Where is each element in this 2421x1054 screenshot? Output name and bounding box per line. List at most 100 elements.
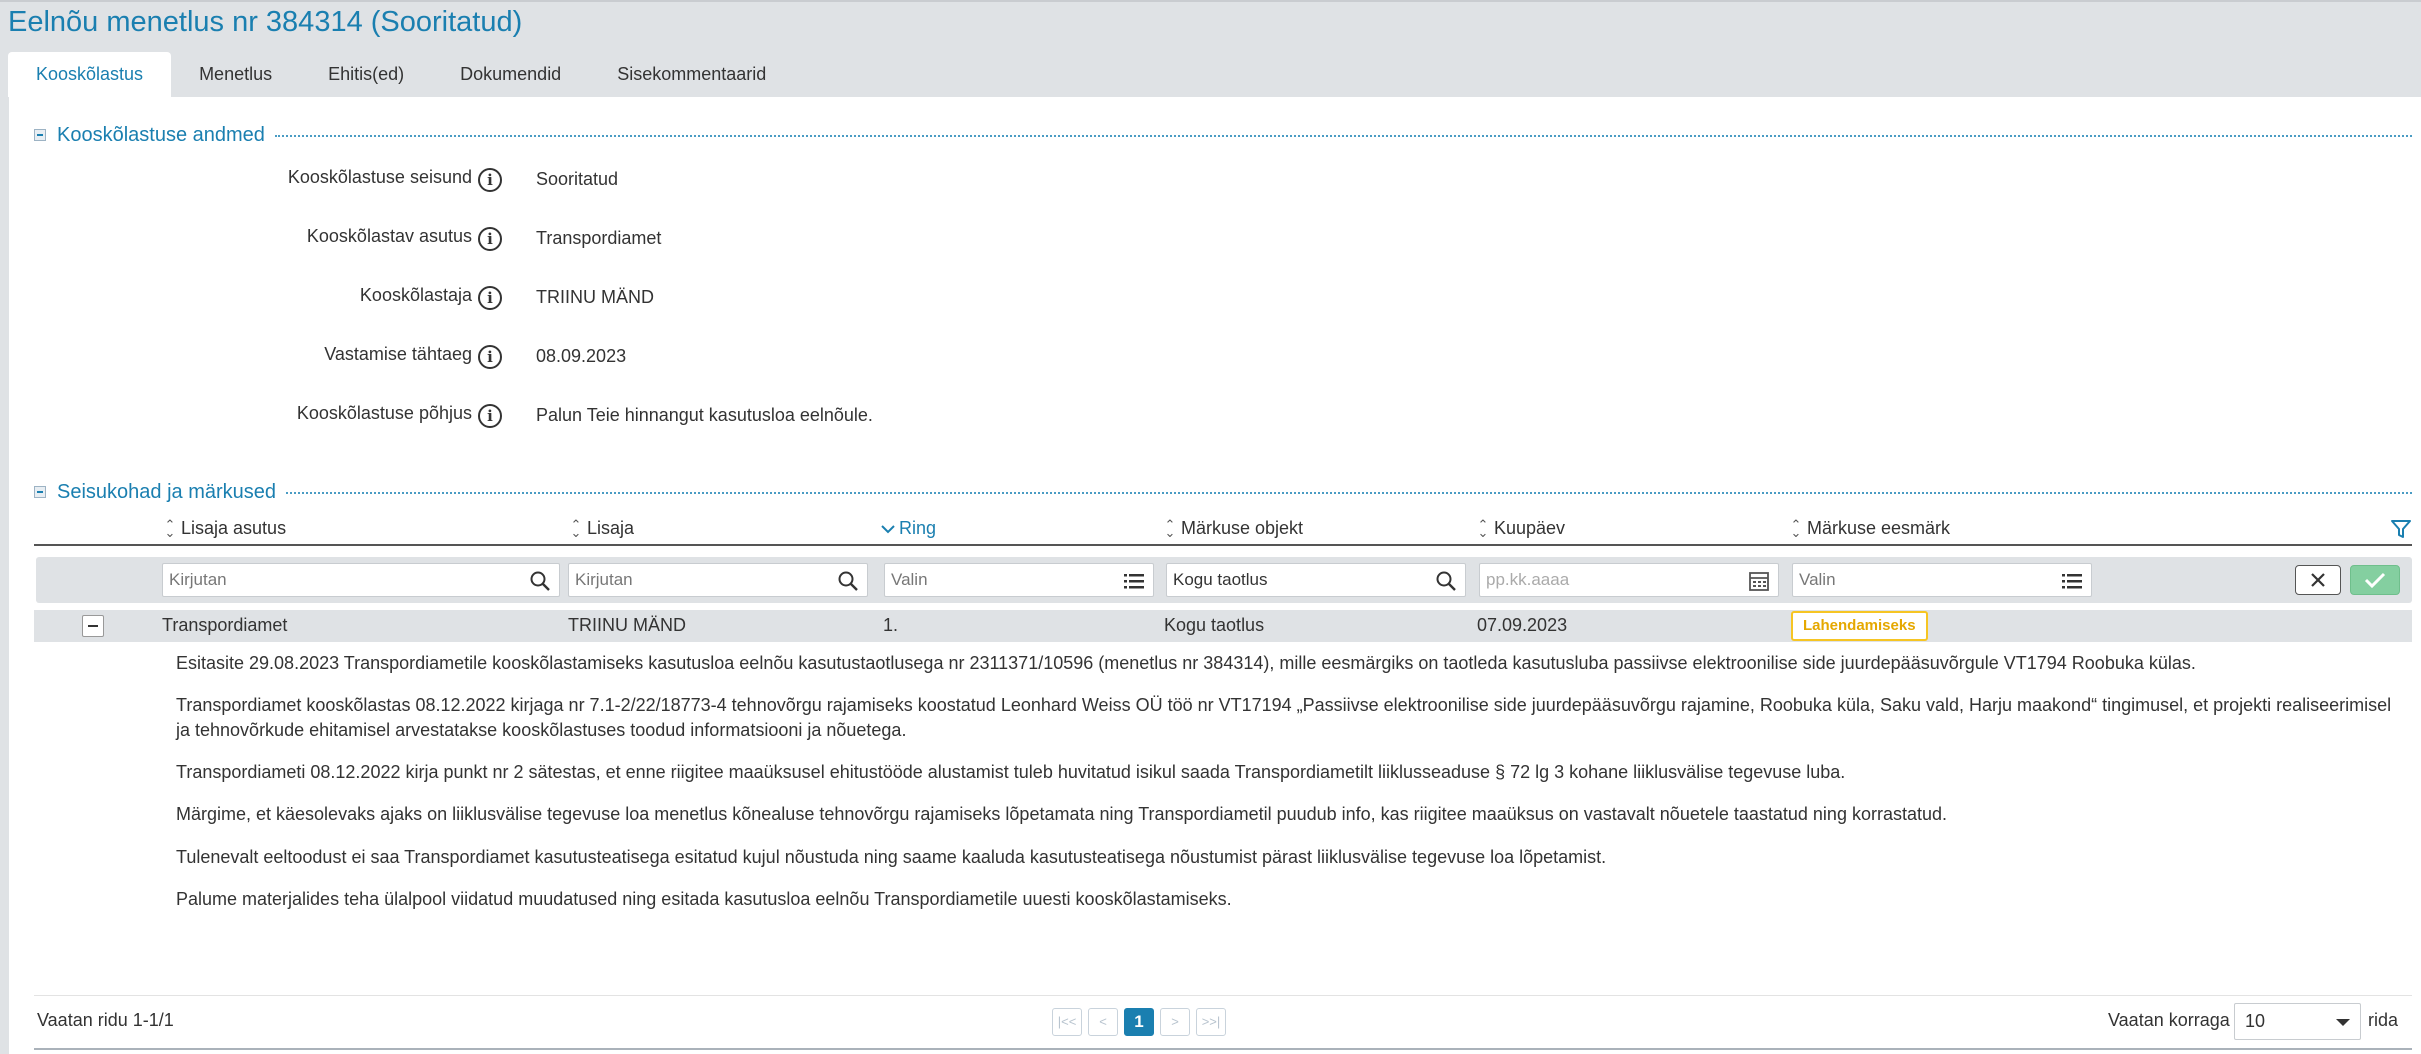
search-icon[interactable]	[837, 570, 859, 592]
cell-ring: 1.	[883, 615, 899, 635]
filter-placeholder: Valin	[891, 570, 928, 589]
cell-markuse-objekt: Kogu taotlus	[1164, 615, 1265, 635]
list-icon[interactable]	[1123, 570, 1145, 592]
field-label: Kooskõlastaja	[359, 285, 472, 305]
filter-placeholder: Kirjutan	[575, 570, 633, 589]
field-value: Transpordiamet	[536, 228, 662, 248]
apply-filters-button[interactable]	[2350, 565, 2400, 595]
field-row-pohjus: Kooskõlastuse põhjus i Palun Teie hinnan…	[0, 403, 1200, 433]
field-value: Palun Teie hinnangut kasutusloa eelnõule…	[536, 405, 873, 425]
filter-lisaja-asutus[interactable]: Kirjutan	[162, 563, 560, 597]
column-header-lisaja-asutus[interactable]: ⌃ ⌄ Lisaja asutus	[164, 516, 287, 540]
remarks-section-header[interactable]: Seisukohad ja märkused	[34, 479, 2412, 505]
per-page-label: Vaatan korraga	[2108, 1010, 2230, 1030]
filter-placeholder: Valin	[1799, 570, 1836, 589]
filter-markuse-eesmark[interactable]: Valin	[1792, 563, 2092, 597]
tab-sisekommentaarid[interactable]: Sisekommentaarid	[589, 52, 794, 99]
column-label: Kuupäev	[1494, 518, 1566, 538]
field-value: TRIINU MÄND	[536, 287, 654, 307]
cell-lisaja: TRIINU MÄND	[568, 615, 686, 635]
sort-icon: ⌃ ⌄	[1477, 516, 1489, 540]
next-page-button[interactable]: >	[1160, 1008, 1190, 1036]
tab-bar: Kooskõlastus Menetlus Ehitis(ed) Dokumen…	[8, 52, 794, 99]
sort-icon: ⌃ ⌄	[1164, 516, 1176, 540]
column-header-markuse-eesmark[interactable]: ⌃ ⌄ Märkuse eesmärk	[1790, 518, 1951, 539]
column-label: Märkuse objekt	[1181, 518, 1304, 538]
last-page-button[interactable]: >>|	[1196, 1008, 1226, 1036]
filter-ring[interactable]: Valin	[884, 563, 1154, 597]
per-page-select[interactable]: 10	[2234, 1003, 2361, 1040]
pagination: |<< < 1 > >>|	[1052, 1008, 1226, 1036]
column-header-markuse-objekt[interactable]: ⌃ ⌄ Märkuse objekt	[1164, 516, 1304, 540]
filter-value: Kogu taotlus	[1173, 570, 1268, 589]
checkmark-icon	[2364, 572, 2386, 589]
chevron-down-icon	[2336, 1019, 2350, 1026]
info-icon[interactable]: i	[478, 168, 502, 192]
column-label: Lisaja	[587, 518, 635, 538]
prev-page-button[interactable]: <	[1088, 1008, 1118, 1036]
page-header: Eelnõu menetlus nr 384314 (Sooritatud) K…	[0, 0, 2421, 99]
filter-bar: Kirjutan Kirjutan Valin Kogu taotlus pp.…	[36, 557, 2412, 603]
footer-bottom-border	[34, 1048, 2412, 1050]
filter-funnel-icon[interactable]	[2390, 518, 2412, 540]
footer-divider	[34, 995, 2412, 996]
page-title: Eelnõu menetlus nr 384314 (Sooritatud)	[8, 6, 523, 38]
info-icon[interactable]: i	[478, 286, 502, 310]
info-icon[interactable]: i	[478, 345, 502, 369]
field-row-kooskolastaja: Kooskõlastaja i TRIINU MÄND	[0, 285, 1200, 315]
column-header-ring[interactable]: Ring	[881, 518, 936, 539]
filter-placeholder: pp.kk.aaaa	[1486, 570, 1570, 589]
field-label: Kooskõlastav asutus	[306, 226, 472, 246]
filter-kuupaev[interactable]: pp.kk.aaaa	[1479, 563, 1779, 597]
sort-desc-icon	[881, 524, 895, 533]
column-label: Ring	[899, 518, 937, 538]
collapse-icon[interactable]	[34, 486, 46, 498]
clear-filters-button[interactable]	[2295, 565, 2341, 595]
remarks-section-title: Seisukohad ja märkused	[57, 480, 277, 503]
info-icon[interactable]: i	[478, 227, 502, 251]
status-badge: Lahendamiseks	[1791, 611, 1928, 641]
cell-kuupaev: 07.09.2023	[1477, 615, 1568, 635]
first-page-button[interactable]: |<<	[1052, 1008, 1082, 1036]
filter-placeholder: Kirjutan	[169, 570, 227, 589]
comment-paragraph: Transpordiamet kooskõlastas 08.12.2022 k…	[176, 695, 2392, 740]
filter-lisaja[interactable]: Kirjutan	[568, 563, 868, 597]
field-label: Vastamise tähtaeg	[324, 344, 472, 364]
page-button-current[interactable]: 1	[1124, 1008, 1154, 1036]
list-icon[interactable]	[2061, 570, 2083, 592]
table-row[interactable]: Transpordiamet TRIINU MÄND 1. Kogu taotl…	[34, 610, 2412, 642]
tab-menetlus[interactable]: Menetlus	[171, 52, 300, 99]
tab-kooskolastus[interactable]: Kooskõlastus	[8, 52, 172, 99]
per-page-suffix: rida	[2368, 1010, 2399, 1030]
calendar-icon[interactable]	[1748, 570, 1770, 592]
column-label: Lisaja asutus	[181, 518, 287, 538]
comment-paragraph: Esitasite 29.08.2023 Transpordiametile k…	[176, 653, 2196, 673]
comment-paragraph: Palume materjalides teha ülalpool viidat…	[176, 889, 1232, 909]
search-icon[interactable]	[529, 570, 551, 592]
column-header-kuupaev[interactable]: ⌃ ⌄ Kuupäev	[1477, 516, 1566, 540]
rows-info: Vaatan ridu 1-1/1	[37, 1010, 174, 1030]
info-icon[interactable]: i	[478, 404, 502, 428]
tab-ehitised[interactable]: Ehitis(ed)	[300, 52, 432, 99]
field-label: Kooskõlastuse põhjus	[296, 403, 472, 423]
section-divider	[286, 492, 2412, 494]
details-section-title: Kooskõlastuse andmed	[57, 123, 265, 146]
column-label: Märkuse eesmärk	[1807, 518, 1951, 538]
field-value: 08.09.2023	[536, 346, 627, 366]
field-row-seisund: Kooskõlastuse seisund i Sooritatud	[0, 167, 1200, 197]
column-header-lisaja[interactable]: ⌃ ⌄ Lisaja	[570, 518, 634, 539]
per-page-value: 10	[2245, 1011, 2266, 1031]
field-label: Kooskõlastuse seisund	[287, 167, 472, 187]
collapse-icon[interactable]	[34, 129, 46, 141]
field-value: Sooritatud	[536, 169, 619, 189]
tab-dokumendid[interactable]: Dokumendid	[432, 52, 589, 99]
close-icon	[2311, 573, 2325, 587]
row-collapse-button[interactable]	[82, 615, 104, 637]
grid-header: ⌃ ⌄ Lisaja asutus ⌃ ⌄ Lisaja Ring ⌃ ⌄ Märkuse …	[34, 516, 2412, 546]
cell-lisaja-asutus: Transpordiamet	[162, 615, 288, 635]
filter-markuse-objekt[interactable]: Kogu taotlus	[1166, 563, 1466, 597]
search-icon[interactable]	[1435, 570, 1457, 592]
sort-icon: ⌃ ⌄	[164, 516, 176, 540]
field-row-tahtaeg: Vastamise tähtaeg i 08.09.2023	[0, 344, 1200, 374]
details-section-header[interactable]: Kooskõlastuse andmed	[34, 122, 2412, 148]
